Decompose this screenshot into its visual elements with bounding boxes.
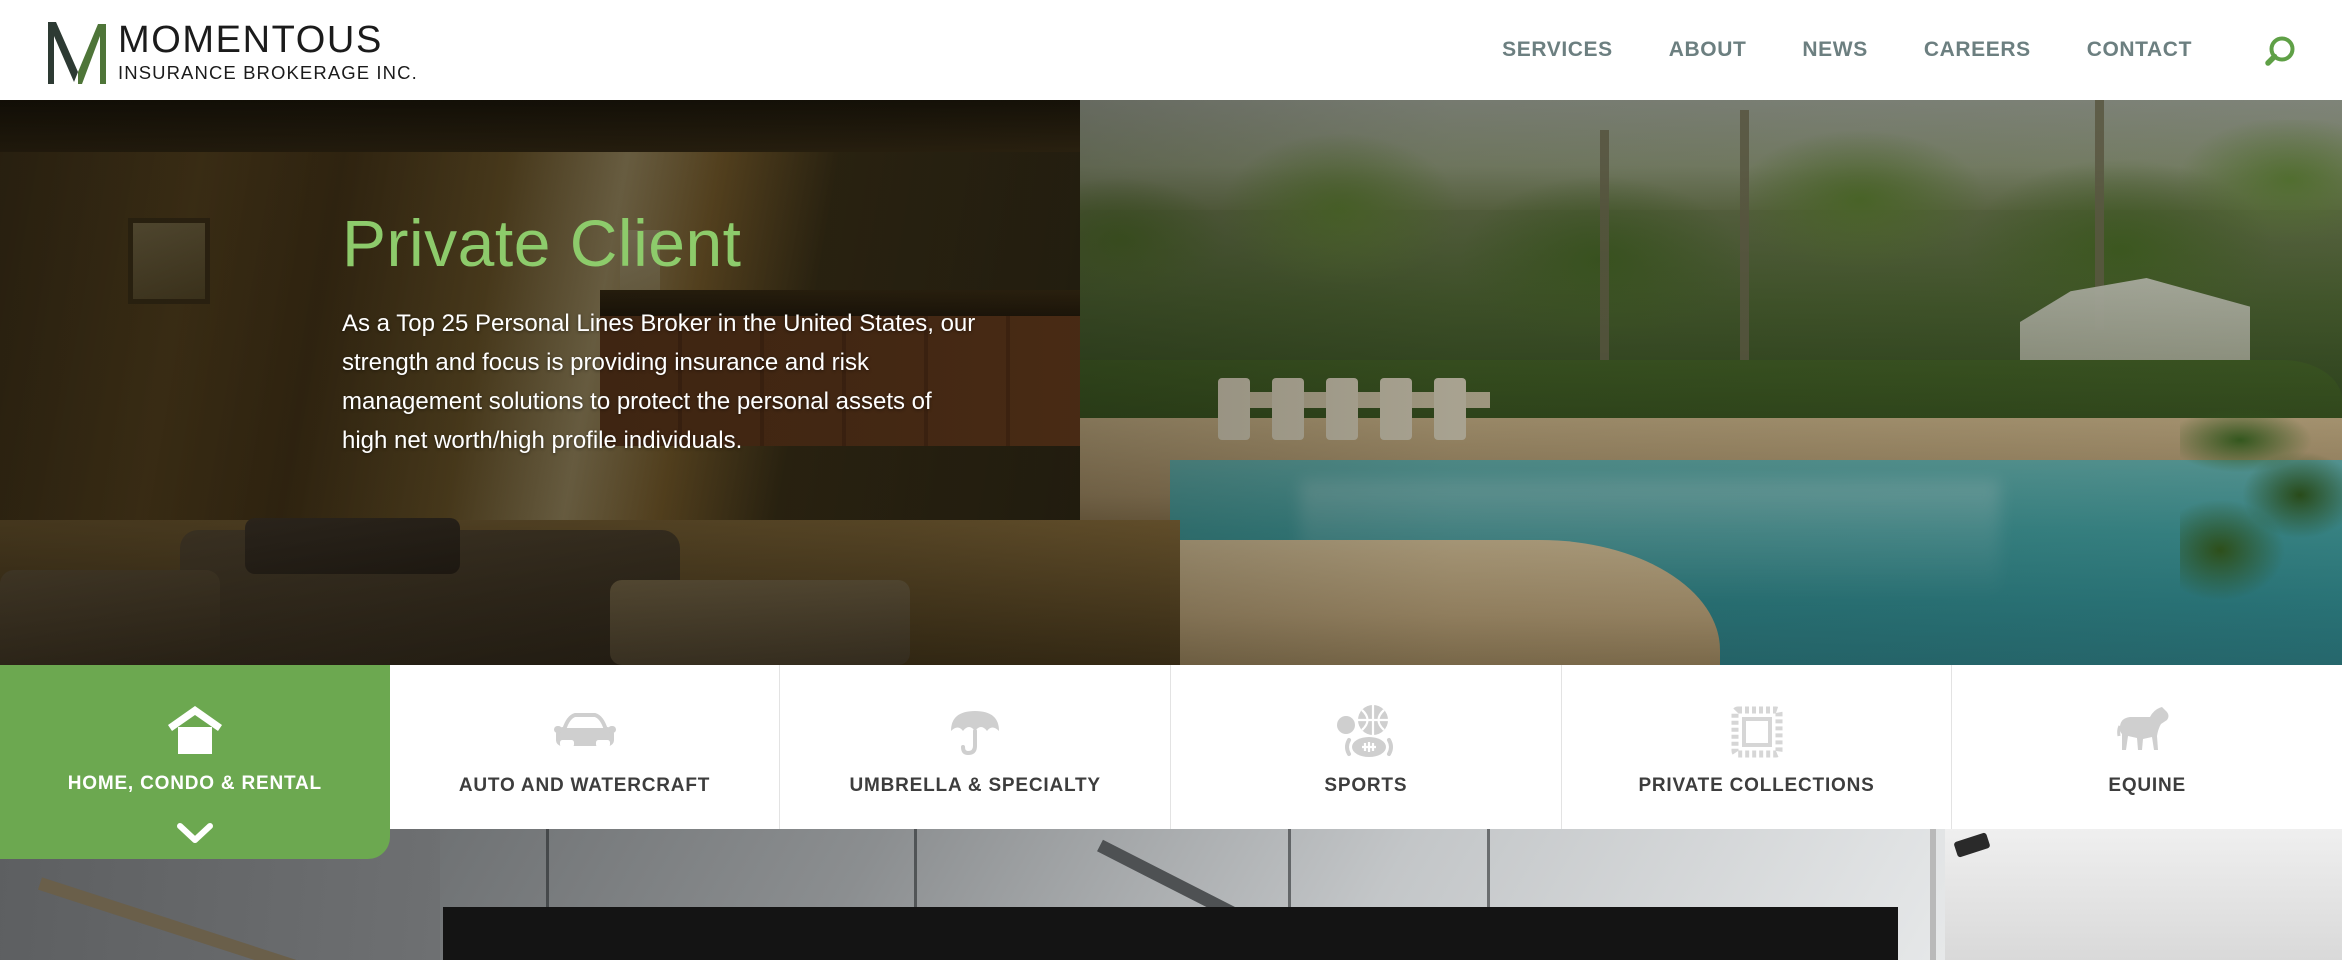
lower-wall-right [1945, 829, 2342, 960]
site-header: MOMENTOUS INSURANCE BROKERAGE INC. SERVI… [0, 0, 2342, 100]
chevron-down-icon [176, 823, 213, 843]
expand-categories-button[interactable] [176, 821, 214, 845]
logo-subtitle: INSURANCE BROKERAGE INC. [118, 61, 418, 83]
category-label: UMBRELLA & SPECIALTY [849, 775, 1101, 796]
category-label: SPORTS [1324, 775, 1408, 796]
category-label: PRIVATE COLLECTIONS [1638, 775, 1875, 796]
category-tile-home-condo-rental[interactable]: HOME, CONDO & RENTAL [0, 665, 390, 859]
horse-icon [2117, 707, 2169, 750]
search-button[interactable] [2256, 30, 2302, 76]
car-icon [553, 713, 616, 747]
category-tile-umbrella-and-specialty[interactable]: UMBRELLA & SPECIALTY [780, 665, 1172, 829]
horse-icon-wrap [2117, 703, 2177, 761]
nav-item-services[interactable]: SERVICES [1474, 38, 1641, 62]
category-tile-auto-and-watercraft[interactable]: AUTO AND WATERCRAFT [389, 665, 781, 829]
category-label: AUTO AND WATERCRAFT [458, 775, 711, 796]
momentous-m-logo-icon [48, 22, 106, 84]
category-label: EQUINE [2108, 775, 2187, 796]
nav-item-news[interactable]: NEWS [1774, 38, 1895, 62]
umbrella-icon [951, 711, 1000, 756]
main-navigation: SERVICES ABOUT NEWS CAREERS CONTACT [1474, 0, 2220, 100]
hero-banner: Private Client As a Top 25 Personal Line… [0, 100, 2342, 665]
category-tile-equine[interactable]: EQUINE [1952, 665, 2342, 829]
nav-item-contact[interactable]: CONTACT [2059, 38, 2220, 62]
house-icon-wrap [167, 701, 223, 759]
hero-copy-block: Private Client As a Top 25 Personal Line… [342, 210, 992, 460]
lower-dark-panel [443, 907, 1898, 960]
logo-text-block: MOMENTOUS INSURANCE BROKERAGE INC. [118, 21, 418, 85]
lower-wall-edge [1930, 829, 1936, 960]
page-root: MOMENTOUS INSURANCE BROKERAGE INC. SERVI… [0, 0, 2342, 960]
category-tile-private-collections[interactable]: PRIVATE COLLECTIONS [1561, 665, 1953, 829]
sports-balls-icon-wrap [1335, 703, 1397, 761]
nav-item-about[interactable]: ABOUT [1641, 38, 1775, 62]
hero-paragraph: As a Top 25 Personal Lines Broker in the… [342, 310, 976, 454]
search-icon [2265, 36, 2295, 66]
sports-balls-icon [1336, 705, 1393, 757]
category-tile-sports[interactable]: SPORTS [1171, 665, 1562, 829]
house-icon [167, 706, 222, 754]
hero-title: Private Client [342, 206, 742, 280]
postage-stamp-icon-wrap [1731, 703, 1783, 761]
car-icon-wrap [553, 703, 616, 761]
category-label: HOME, CONDO & RENTAL [67, 773, 322, 794]
category-bar: HOME, CONDO & RENTAL AUTO AND WATERCRAFT… [0, 665, 2342, 859]
site-logo[interactable]: MOMENTOUS INSURANCE BROKERAGE INC. [48, 18, 418, 84]
nav-item-careers[interactable]: CAREERS [1896, 38, 2059, 62]
logo-title: MOMENTOUS [118, 18, 383, 61]
umbrella-icon-wrap [949, 703, 1001, 761]
postage-stamp-icon [1731, 706, 1783, 758]
